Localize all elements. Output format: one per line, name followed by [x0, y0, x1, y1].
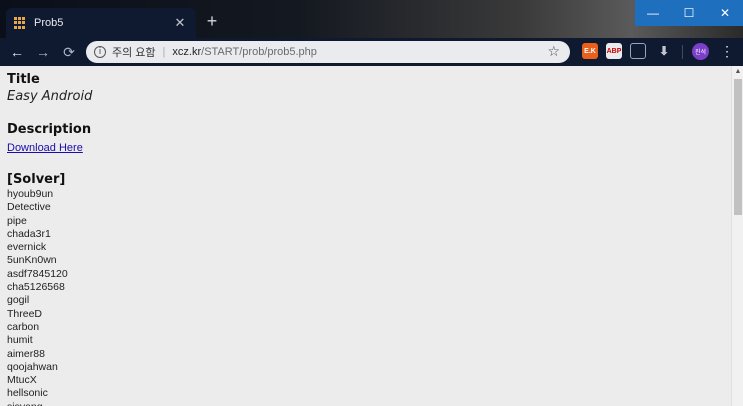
solver-item: sisyang	[7, 401, 707, 406]
scroll-up-arrow-icon[interactable]: ▲	[732, 66, 743, 78]
close-tab-icon[interactable]: ✕	[172, 15, 188, 31]
back-arrow-icon[interactable]: ←	[6, 41, 28, 63]
solver-item: Detective	[7, 201, 51, 214]
browser-toolbar: ← → ⟳ i 주의 요함 | xcz.kr /START/prob/prob5…	[0, 38, 743, 66]
new-tab-button[interactable]: +	[203, 12, 221, 30]
solver-item: hellsonic	[7, 387, 48, 400]
tab-title: Prob5	[34, 17, 64, 29]
menu-dots-icon[interactable]: ⋮	[720, 43, 734, 60]
window-controls: — ☐ ✕	[635, 0, 743, 26]
solver-item: hyoub9un	[7, 188, 54, 200]
solver-item: asdf7845120	[7, 267, 68, 280]
download-extension-icon[interactable]: ⬇	[656, 43, 672, 59]
solver-item: qoojahwan	[7, 360, 58, 373]
solver-item: evernick	[7, 241, 47, 254]
vertical-scrollbar[interactable]: ▲	[731, 66, 743, 406]
forward-arrow-icon[interactable]: →	[32, 41, 54, 63]
solver-item: pipe	[7, 214, 27, 227]
solver-item: humit	[7, 334, 33, 347]
solver-item: gogil	[7, 294, 30, 307]
solver-item: cha5126568	[7, 281, 65, 294]
solver-heading: [Solver]	[7, 172, 66, 187]
maximize-button[interactable]: ☐	[671, 0, 707, 26]
extension-icon-2[interactable]: ABP	[606, 43, 622, 59]
browser-tab[interactable]: Prob5 ✕	[6, 8, 196, 38]
close-window-button[interactable]: ✕	[707, 0, 743, 26]
reload-icon[interactable]: ⟳	[58, 41, 80, 63]
url-host: xcz.kr	[172, 46, 202, 58]
title-value: Easy Android	[7, 89, 93, 104]
scrollbar-thumb[interactable]	[734, 79, 742, 215]
toolbar-divider	[682, 45, 683, 59]
profile-avatar[interactable]: 진석	[692, 43, 709, 60]
download-link[interactable]: Download Here	[7, 142, 83, 155]
browser-titlebar: Prob5 ✕ + — ☐ ✕	[0, 0, 743, 38]
address-bar[interactable]: i 주의 요함 | xcz.kr /START/prob/prob5.php ☆	[86, 41, 570, 63]
url-path: /START/prob/prob5.php	[201, 46, 317, 58]
description-heading: Description	[7, 122, 92, 137]
solver-list: hyoub9un Detective pipe chada3r1 evernic…	[7, 188, 707, 406]
solver-item: 5unKn0wn	[7, 254, 57, 267]
solver-item: ThreeD	[7, 307, 43, 320]
omnibox-separator: |	[162, 46, 166, 58]
screenshot-extension-icon[interactable]	[630, 43, 646, 59]
grid-favicon-icon	[14, 17, 26, 29]
solver-item: carbon	[7, 320, 40, 333]
solver-item: MtucX	[7, 374, 37, 387]
bookmark-star-icon[interactable]: ☆	[547, 44, 560, 60]
extension-icon-1[interactable]: E.K	[582, 43, 598, 59]
title-heading: Title	[7, 72, 40, 87]
minimize-button[interactable]: —	[635, 0, 671, 26]
page-viewport: Title Easy Android Description Download …	[0, 66, 743, 406]
page-content: Title Easy Android Description Download …	[7, 72, 707, 406]
info-icon[interactable]: i	[94, 46, 106, 58]
security-label: 주의 요함	[112, 47, 156, 59]
solver-item: chada3r1	[7, 227, 51, 240]
solver-item: aimer88	[7, 347, 45, 360]
